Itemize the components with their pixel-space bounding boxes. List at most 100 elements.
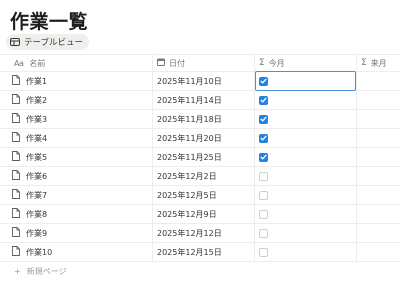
formula-icon: Σ — [259, 58, 265, 68]
row-name: 作業8 — [26, 209, 48, 219]
current-month-checkbox[interactable] — [259, 76, 268, 86]
row-date-cell[interactable]: 2025年12月5日 — [152, 186, 254, 204]
row-date: 2025年12月9日 — [157, 209, 217, 219]
row-name-cell[interactable]: 作業2 — [0, 91, 152, 109]
table-row[interactable]: 作業7 2025年12月5日 — [0, 186, 400, 205]
row-next-month-cell[interactable] — [356, 167, 400, 185]
row-next-month-cell[interactable] — [356, 72, 400, 90]
row-date: 2025年11月18日 — [157, 114, 222, 124]
table-row[interactable]: 作業1 2025年11月10日 — [0, 71, 400, 91]
row-name-cell[interactable]: 作業4 — [0, 129, 152, 147]
table-row[interactable]: 作業6 2025年12月2日 — [0, 167, 400, 186]
row-name-cell[interactable]: 作業6 — [0, 167, 152, 185]
current-month-checkbox[interactable] — [259, 190, 268, 200]
current-month-checkbox[interactable] — [259, 114, 268, 124]
row-date-cell[interactable]: 2025年12月12日 — [152, 224, 254, 242]
row-next-month-cell[interactable] — [356, 186, 400, 204]
plus-icon: + — [14, 267, 21, 276]
row-name-cell[interactable]: 作業8 — [0, 205, 152, 223]
database-table: Aa 名前 日付 Σ 今月 Σ 来月 作業1 2025年11月10日作業2 2025… — [0, 54, 400, 262]
new-page-label: 新規ページ — [26, 267, 67, 276]
row-name: 作業4 — [26, 133, 48, 143]
page-icon — [12, 227, 20, 239]
column-header-next-label: 来月 — [370, 58, 387, 68]
calendar-icon — [157, 58, 165, 68]
table-row[interactable]: 作業5 2025年11月25日 — [0, 148, 400, 167]
row-current-month-cell[interactable] — [254, 243, 356, 261]
row-current-month-cell[interactable] — [254, 224, 356, 242]
page-icon — [12, 151, 20, 163]
current-month-checkbox[interactable] — [259, 171, 268, 181]
row-name: 作業2 — [26, 95, 48, 105]
page-icon — [12, 170, 20, 182]
row-current-month-cell[interactable] — [254, 205, 356, 223]
row-name: 作業3 — [26, 114, 48, 124]
row-date: 2025年11月14日 — [157, 95, 222, 105]
row-name-cell[interactable]: 作業7 — [0, 186, 152, 204]
row-date: 2025年12月5日 — [157, 190, 217, 200]
current-month-checkbox[interactable] — [259, 247, 268, 257]
row-name: 作業10 — [26, 247, 53, 257]
current-month-checkbox[interactable] — [259, 209, 268, 219]
table-row[interactable]: 作業10 2025年12月15日 — [0, 243, 400, 262]
row-date-cell[interactable]: 2025年12月15日 — [152, 243, 254, 261]
current-month-checkbox[interactable] — [259, 95, 268, 105]
row-name-cell[interactable]: 作業5 — [0, 148, 152, 166]
row-current-month-cell[interactable] — [254, 148, 356, 166]
column-header-date[interactable]: 日付 — [152, 55, 254, 71]
row-name: 作業5 — [26, 152, 48, 162]
row-next-month-cell[interactable] — [356, 243, 400, 261]
formula-icon: Σ — [361, 58, 367, 68]
page-icon — [12, 132, 20, 144]
row-name: 作業1 — [26, 76, 48, 86]
column-header-current-label: 今月 — [268, 58, 285, 68]
row-date: 2025年12月2日 — [157, 171, 217, 181]
current-month-checkbox[interactable] — [259, 133, 268, 143]
row-date: 2025年11月25日 — [157, 152, 222, 162]
row-next-month-cell[interactable] — [356, 91, 400, 109]
new-page-button[interactable]: + 新規ページ — [14, 266, 67, 277]
row-date-cell[interactable]: 2025年12月9日 — [152, 205, 254, 223]
row-date: 2025年12月12日 — [157, 228, 222, 238]
row-next-month-cell[interactable] — [356, 129, 400, 147]
row-name-cell[interactable]: 作業10 — [0, 243, 152, 261]
row-next-month-cell[interactable] — [356, 224, 400, 242]
column-header-current-month[interactable]: Σ 今月 — [254, 55, 356, 71]
row-date-cell[interactable]: 2025年11月10日 — [152, 72, 254, 90]
row-name-cell[interactable]: 作業3 — [0, 110, 152, 128]
page-icon — [12, 246, 20, 258]
row-current-month-cell[interactable] — [254, 186, 356, 204]
column-header-date-label: 日付 — [169, 58, 185, 68]
row-date-cell[interactable]: 2025年11月14日 — [152, 91, 254, 109]
column-header-next-month[interactable]: Σ 来月 — [356, 55, 400, 71]
view-tab-table[interactable]: テーブルビュー — [6, 34, 89, 50]
row-date-cell[interactable]: 2025年11月20日 — [152, 129, 254, 147]
row-date: 2025年11月10日 — [157, 76, 222, 86]
table-row[interactable]: 作業2 2025年11月14日 — [0, 91, 400, 110]
row-current-month-cell[interactable] — [254, 167, 356, 185]
row-current-month-cell[interactable] — [254, 91, 356, 109]
row-next-month-cell[interactable] — [356, 148, 400, 166]
page-icon — [12, 75, 20, 87]
column-header-name-label: 名前 — [29, 58, 46, 68]
row-next-month-cell[interactable] — [356, 110, 400, 128]
table-row[interactable]: 作業8 2025年12月9日 — [0, 205, 400, 224]
table-row[interactable]: 作業9 2025年12月12日 — [0, 224, 400, 243]
row-current-month-cell[interactable] — [254, 71, 356, 91]
row-current-month-cell[interactable] — [254, 129, 356, 147]
table-row[interactable]: 作業3 2025年11月18日 — [0, 110, 400, 129]
row-date-cell[interactable]: 2025年12月2日 — [152, 167, 254, 185]
row-date-cell[interactable]: 2025年11月18日 — [152, 110, 254, 128]
row-current-month-cell[interactable] — [254, 110, 356, 128]
current-month-checkbox[interactable] — [259, 152, 268, 162]
current-month-checkbox[interactable] — [259, 228, 268, 238]
row-next-month-cell[interactable] — [356, 205, 400, 223]
row-name: 作業7 — [26, 190, 48, 200]
table-row[interactable]: 作業4 2025年11月20日 — [0, 129, 400, 148]
row-date-cell[interactable]: 2025年11月25日 — [152, 148, 254, 166]
row-name-cell[interactable]: 作業1 — [0, 72, 152, 90]
row-name-cell[interactable]: 作業9 — [0, 224, 152, 242]
column-header-name[interactable]: Aa 名前 — [0, 55, 152, 71]
row-name: 作業9 — [26, 228, 48, 238]
text-property-icon: Aa — [14, 58, 24, 68]
